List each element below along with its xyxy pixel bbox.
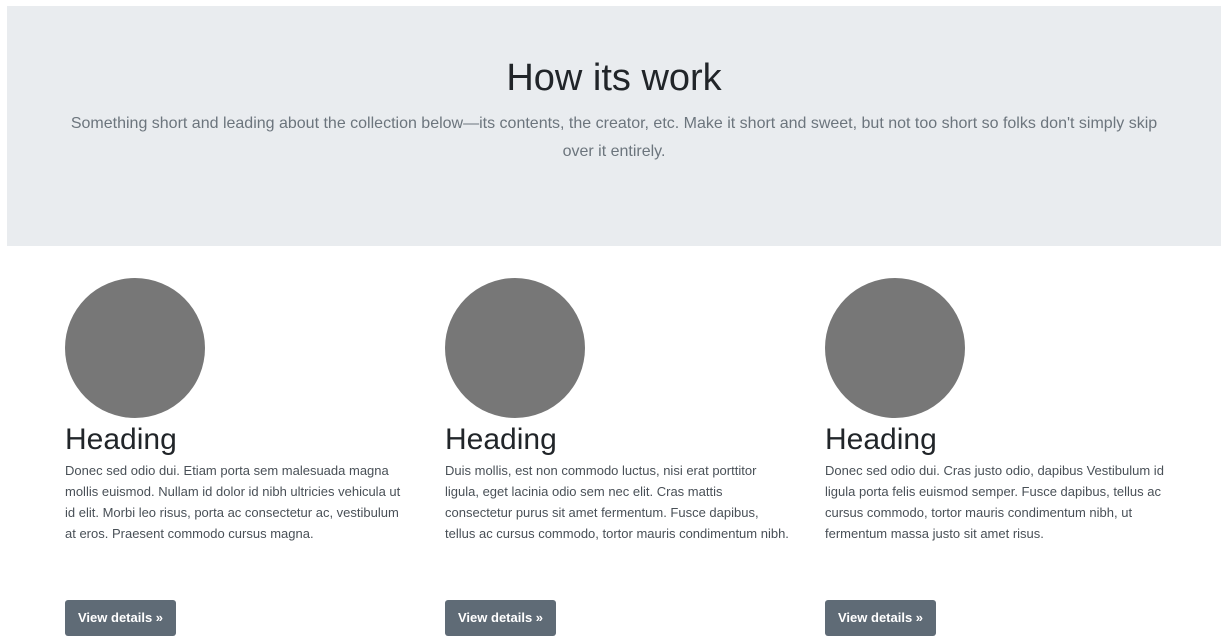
feature-column-3: Heading Donec sed odio dui. Cras justo o… xyxy=(825,278,1170,636)
feature-description: Duis mollis, est non commodo luctus, nis… xyxy=(445,463,789,541)
hero-jumbotron: How its work Something short and leading… xyxy=(7,6,1221,246)
hero-lead-text: Something short and leading about the co… xyxy=(70,115,1158,160)
view-details-button[interactable]: View details » xyxy=(445,600,557,636)
view-details-button[interactable]: View details » xyxy=(825,600,937,636)
feature-thumbnail-placeholder xyxy=(825,278,965,418)
view-details-button[interactable]: View details » xyxy=(65,600,177,636)
feature-thumbnail-placeholder xyxy=(445,278,585,418)
feature-heading: Heading xyxy=(65,423,177,456)
features-row: Heading Donec sed odio dui. Etiam porta … xyxy=(0,278,1223,636)
feature-thumbnail-placeholder xyxy=(65,278,205,418)
feature-column-2: Heading Duis mollis, est non commodo luc… xyxy=(445,278,790,636)
feature-heading: Heading xyxy=(445,423,557,456)
feature-heading: Heading xyxy=(825,423,937,456)
feature-description: Donec sed odio dui. Etiam porta sem male… xyxy=(65,463,401,541)
feature-column-1: Heading Donec sed odio dui. Etiam porta … xyxy=(65,278,410,636)
feature-description: Donec sed odio dui. Cras justo odio, dap… xyxy=(825,463,1164,541)
hero-title: How its work xyxy=(506,57,722,99)
